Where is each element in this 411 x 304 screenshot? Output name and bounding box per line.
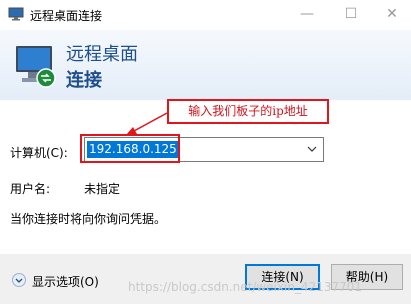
show-options-link[interactable]: 显示选项(O) xyxy=(32,273,99,290)
maximize-icon[interactable]: ☐ xyxy=(337,4,365,24)
window-title: 远程桌面连接 xyxy=(30,9,103,23)
credentials-info-text: 当你连接时将向你询问凭据。 xyxy=(10,212,167,226)
header-banner: 远程桌面 连接 xyxy=(0,30,411,100)
close-icon[interactable]: ✕ xyxy=(378,4,406,24)
expand-options-icon[interactable] xyxy=(12,273,26,287)
title-bar: 远程桌面连接 — ☐ ✕ xyxy=(0,0,411,30)
banner-title-connection: 连接 xyxy=(66,70,102,91)
username-value: 未指定 xyxy=(84,182,121,196)
banner-title-remote-desktop: 远程桌面 xyxy=(66,44,138,65)
watermark-text: https://blog.csdn.net/weixin_42137701 xyxy=(128,280,363,294)
remote-desktop-app-icon xyxy=(8,7,24,21)
annotation-callout: 输入我们板子的ip地址 xyxy=(167,99,329,124)
minimize-icon[interactable]: — xyxy=(293,4,321,24)
footer-bar: 显示选项(O) 连接(N) 帮助(H) xyxy=(0,254,411,304)
chevron-down-icon[interactable] xyxy=(305,142,319,156)
username-label: 用户名: xyxy=(10,182,51,196)
remote-desktop-monitor-icon xyxy=(16,46,56,88)
computer-label: 计算机(C): xyxy=(10,146,68,160)
annotation-highlight-box xyxy=(80,134,180,163)
